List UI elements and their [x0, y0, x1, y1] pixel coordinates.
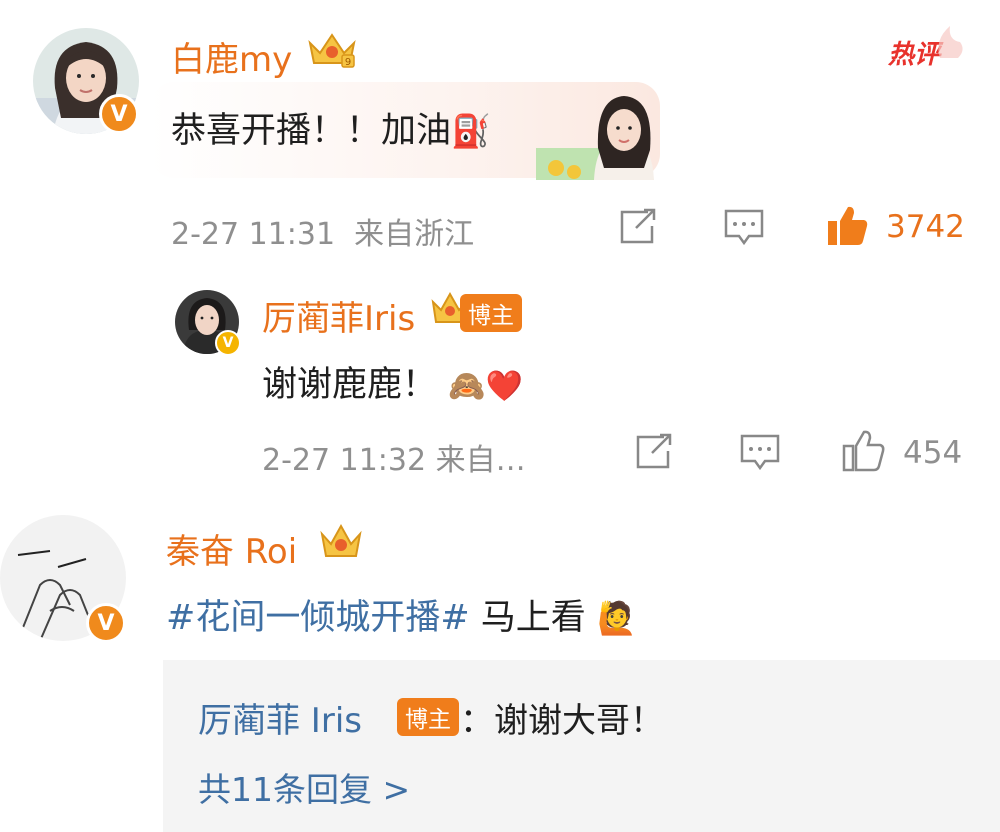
like-count: 454	[903, 435, 963, 471]
like-icon[interactable]	[826, 203, 870, 247]
comment-time: 2-27 11:31 来自浙江	[171, 217, 475, 252]
reply-text: 谢谢鹿鹿！ 🙈❤️	[262, 365, 523, 405]
svg-text:9: 9	[345, 57, 351, 68]
more-replies-link[interactable]: 共11条回复 >	[198, 763, 410, 811]
raising-hand-emoji-icon: 🙋	[596, 599, 637, 637]
reply-location: 来自…	[435, 443, 526, 478]
reply-avatar[interactable]: V	[175, 290, 241, 356]
blogger-badge: 博主	[397, 698, 459, 736]
subreply-line: 厉蔺菲 Iris	[198, 693, 362, 742]
share-icon[interactable]	[634, 433, 674, 471]
username[interactable]: 白鹿my	[171, 32, 292, 81]
crown-icon: 9	[308, 33, 356, 68]
verified-badge-icon: V	[215, 330, 241, 356]
share-icon[interactable]	[618, 208, 658, 246]
fuel-emoji-icon: ⛽	[451, 112, 491, 150]
hot-flame-icon	[938, 26, 963, 58]
reply-time: 2-27 11:32 来自…	[262, 443, 526, 478]
blogger-badge: 博主	[460, 294, 522, 332]
avatar[interactable]: V	[0, 515, 126, 643]
comment-text: 恭喜开播！！加油⛽	[171, 111, 491, 151]
comment-location: 来自浙江	[354, 217, 475, 252]
hashtag-link[interactable]: #花间一倾城开播#	[166, 598, 470, 638]
like-count: 3742	[886, 209, 965, 245]
comment-icon[interactable]	[739, 433, 781, 471]
comment-icon[interactable]	[723, 208, 765, 246]
reply-username[interactable]: 厉蔺菲Iris	[262, 291, 415, 340]
sticker-image	[536, 96, 654, 180]
subreply-text: ：谢谢大哥！	[460, 701, 664, 741]
username[interactable]: 秦奋 Roi	[166, 524, 297, 573]
verified-badge-icon: V	[86, 603, 126, 643]
like-icon[interactable]	[842, 428, 886, 472]
verified-badge-icon: V	[99, 94, 139, 134]
subreply-username[interactable]: 厉蔺菲 Iris	[198, 701, 362, 741]
avatar[interactable]: V	[33, 28, 139, 134]
comment-text: #花间一倾城开播# 马上看 🙋	[166, 598, 637, 638]
monkey-heart-emoji-icon: 🙈❤️	[448, 369, 523, 404]
crown-icon	[320, 523, 362, 557]
